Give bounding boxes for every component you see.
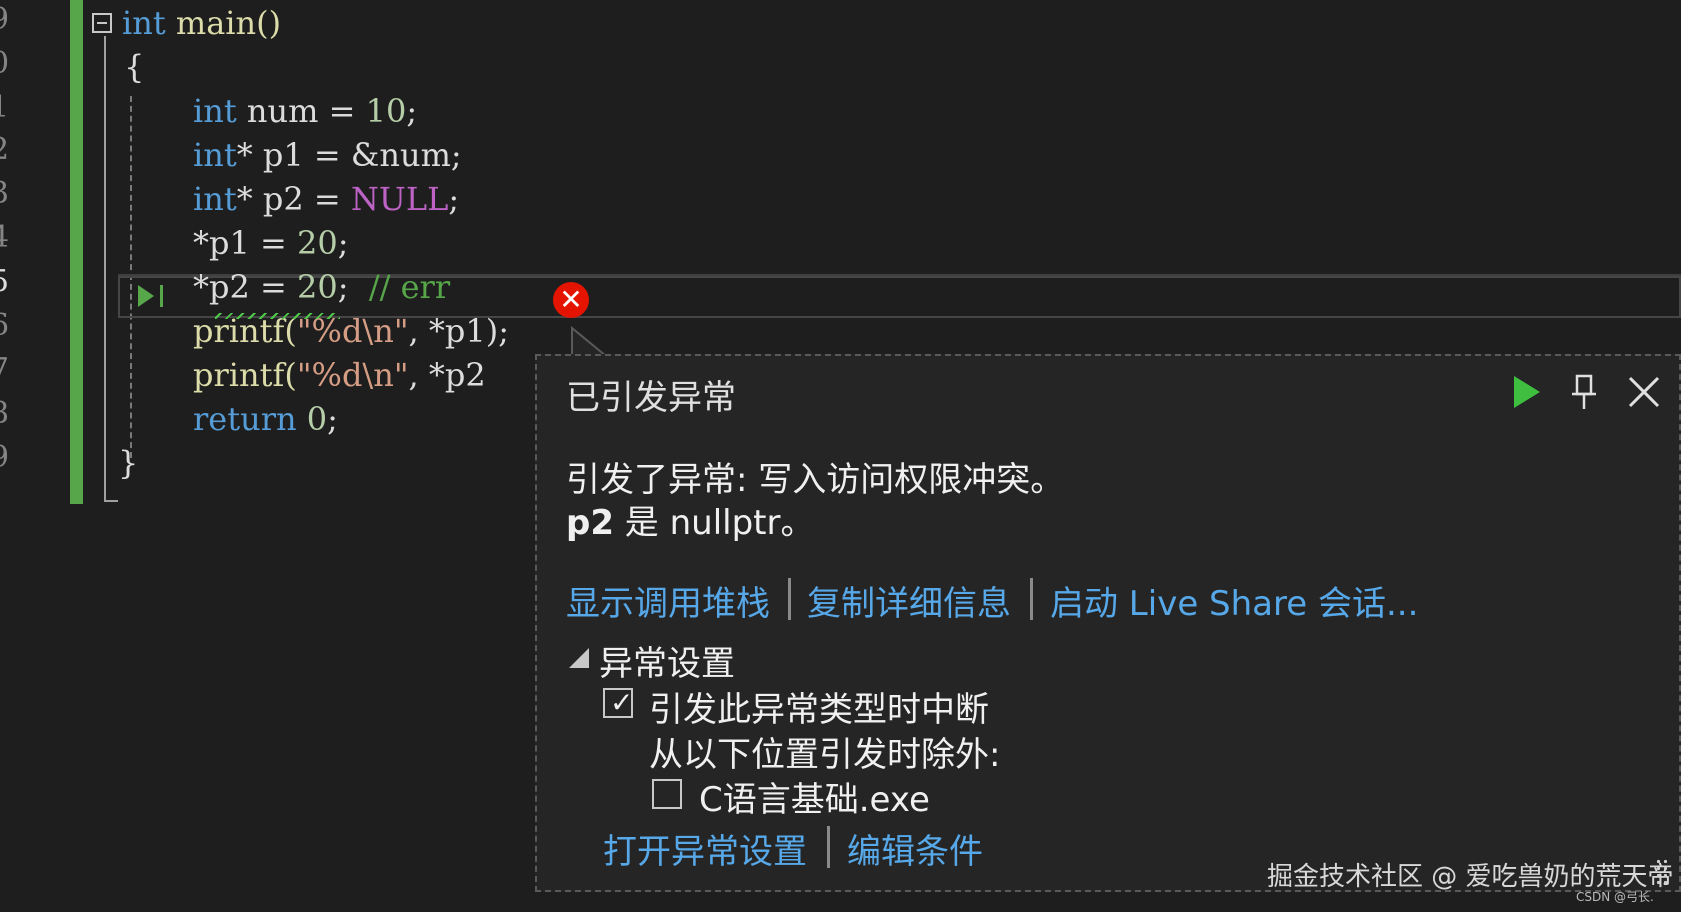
line-number: 8 bbox=[0, 396, 9, 431]
continue-button[interactable] bbox=[1506, 372, 1546, 412]
code-line: int* p1 = &num; bbox=[193, 136, 462, 174]
error-squiggle bbox=[215, 313, 340, 319]
code-line: } bbox=[118, 444, 139, 482]
code-line: int main() bbox=[122, 4, 282, 42]
popup-pointer bbox=[571, 326, 607, 356]
copy-details-link[interactable]: 复制详细信息 bbox=[807, 576, 1011, 625]
execution-pointer-icon bbox=[138, 285, 154, 307]
code-editor[interactable]: 9 0 1 2 3 4 5 6 7 8 9 int main() { int n… bbox=[0, 0, 1681, 912]
line-number: 9 bbox=[0, 2, 9, 37]
exception-helper-popup: 已引发异常 引发了异常: 写入访问权限冲突。 p2 是 nullptr。 显示调… bbox=[535, 354, 1681, 892]
error-icon[interactable]: ✕ bbox=[553, 282, 589, 318]
popup-title: 已引发异常 bbox=[566, 378, 736, 418]
line-number: 6 bbox=[0, 308, 9, 343]
exception-message: 引发了异常: 写入访问权限冲突。 bbox=[566, 460, 1065, 500]
code-line: { bbox=[124, 48, 145, 86]
resize-grip-icon[interactable] bbox=[1655, 858, 1669, 886]
line-number: 3 bbox=[0, 176, 9, 211]
code-line: printf("%d\n", *p2 bbox=[193, 356, 486, 394]
link-separator bbox=[827, 826, 830, 868]
execution-pointer-bar bbox=[160, 285, 163, 307]
exception-settings-header[interactable]: 异常设置 bbox=[599, 636, 735, 685]
close-button[interactable] bbox=[1624, 372, 1664, 412]
collapse-icon[interactable] bbox=[92, 13, 112, 33]
link-separator bbox=[1030, 578, 1033, 620]
open-exception-settings-link[interactable]: 打开异常设置 bbox=[603, 824, 807, 873]
close-icon bbox=[1628, 376, 1660, 408]
outline-line bbox=[104, 36, 106, 502]
live-share-link[interactable]: 启动 Live Share 会话... bbox=[1050, 576, 1418, 625]
module-checkbox[interactable] bbox=[652, 779, 682, 809]
checkmark-icon: ✓ bbox=[610, 686, 634, 719]
code-line: *p1 = 20; bbox=[193, 224, 349, 262]
show-call-stack-link[interactable]: 显示调用堆栈 bbox=[566, 576, 770, 625]
link-separator bbox=[788, 578, 791, 620]
line-number: 7 bbox=[0, 352, 9, 387]
change-tracking-bar bbox=[70, 0, 83, 504]
exception-detail: p2 是 nullptr。 bbox=[566, 503, 815, 543]
line-number: 2 bbox=[0, 132, 9, 167]
watermark-small: CSDN @弓长. bbox=[1576, 890, 1654, 904]
outline-end bbox=[104, 500, 118, 502]
line-number: 0 bbox=[0, 46, 9, 81]
line-number: 4 bbox=[0, 220, 9, 255]
break-when-thrown-checkbox[interactable]: ✓ bbox=[603, 688, 633, 718]
pin-icon bbox=[1572, 374, 1596, 409]
code-line: int* p2 = NULL; bbox=[193, 180, 460, 218]
edit-conditions-link[interactable]: 编辑条件 bbox=[847, 824, 983, 873]
collapse-triangle-icon[interactable] bbox=[569, 648, 589, 668]
except-from-label: 从以下位置引发时除外: bbox=[649, 735, 1001, 775]
code-line: return 0; bbox=[193, 400, 338, 438]
code-line-current: *p2 = 20; // err bbox=[193, 268, 451, 306]
module-label: C语言基础.exe bbox=[699, 780, 930, 820]
code-line: int num = 10; bbox=[193, 92, 418, 130]
line-number: 1 bbox=[0, 90, 9, 125]
pin-button[interactable] bbox=[1564, 372, 1604, 412]
play-icon bbox=[1514, 376, 1540, 408]
break-when-thrown-label: 引发此异常类型时中断 bbox=[649, 690, 989, 730]
line-number: 9 bbox=[0, 440, 9, 475]
line-number-current: 5 bbox=[0, 264, 9, 299]
